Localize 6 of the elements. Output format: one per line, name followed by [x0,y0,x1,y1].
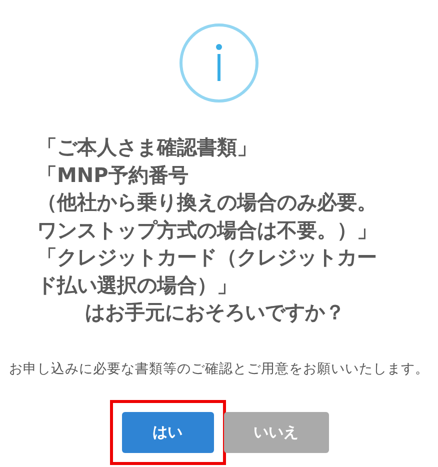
heading-text: 「ご本人さま確認書類」 「MNP予約番号 （他社から乗り換えの場合のみ必要。 ワンストップ方式の場合は不要。）」 「クレジットカード（クレジットカー ド払い選択の場合）」 [36,134,378,298]
question-text: はお手元におそろいですか？ [84,299,346,326]
no-button[interactable]: いいえ [224,412,328,452]
message-text: お申し込みに必要な書類等のご確認とご用意をお願いいたします。 [9,360,429,378]
yes-button[interactable]: はい [122,412,214,452]
info-icon [178,22,260,104]
